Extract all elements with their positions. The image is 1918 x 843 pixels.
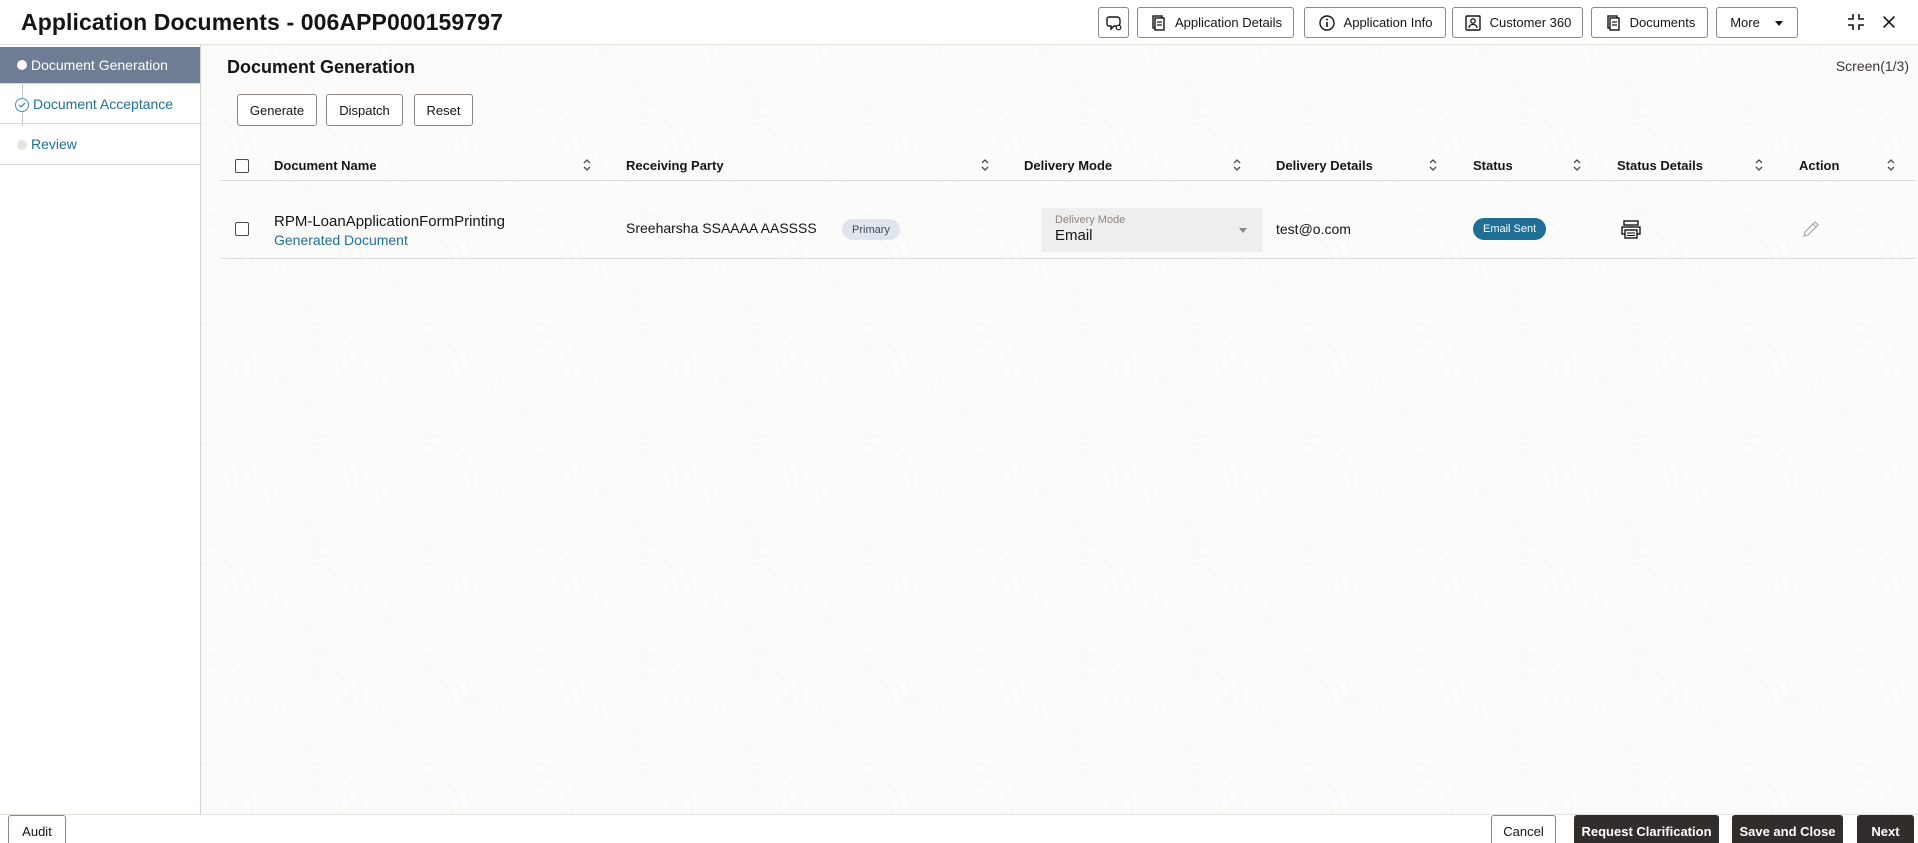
delivery-details: test@o.com — [1276, 221, 1351, 237]
receiving-party: Sreeharsha SSAAAA AASSSS — [626, 220, 817, 236]
documents-icon — [1606, 14, 1620, 31]
step-label: Document Generation — [31, 57, 168, 73]
more-menu-button[interactable]: More — [1716, 7, 1798, 38]
customer-360-button[interactable]: Customer 360 — [1452, 7, 1583, 38]
step-check-icon — [15, 98, 29, 112]
application-details-label: Application Details — [1175, 15, 1282, 30]
info-icon — [1318, 14, 1335, 31]
main-panel: Document Generation Screen(1/3) Generate… — [201, 45, 1918, 814]
audit-button[interactable]: Audit — [8, 815, 66, 843]
column-header-status[interactable]: Status — [1473, 151, 1513, 180]
reset-button[interactable]: Reset — [414, 94, 473, 126]
section-title: Document Generation — [227, 57, 416, 77]
step-review[interactable]: Review — [0, 124, 200, 165]
sort-icon[interactable] — [979, 158, 991, 172]
select-all-checkbox[interactable] — [235, 159, 249, 173]
screen-counter: Screen(1/3) — [1835, 58, 1909, 74]
step-document-generation[interactable]: Document Generation — [0, 47, 200, 84]
status-badge: Email Sent — [1473, 218, 1547, 240]
chat-icon — [1105, 15, 1121, 31]
customer-360-label: Customer 360 — [1489, 15, 1572, 30]
request-clarification-button[interactable]: Request Clarification — [1574, 815, 1719, 843]
column-header-status-details[interactable]: Status Details — [1617, 151, 1703, 180]
sort-icon[interactable] — [581, 158, 593, 172]
chat-button[interactable] — [1098, 7, 1129, 38]
application-info-label: Application Info — [1343, 15, 1433, 30]
document-name: RPM-LoanApplicationFormPrinting — [274, 213, 505, 230]
table-header: Document Name Receiving Party Delivery M… — [221, 151, 1915, 181]
cancel-button[interactable]: Cancel — [1491, 815, 1556, 843]
documents-label: Documents — [1629, 15, 1696, 30]
generated-document-link[interactable]: Generated Document — [274, 232, 408, 248]
sort-icon[interactable] — [1753, 158, 1765, 172]
column-header-document-name[interactable]: Document Name — [274, 151, 377, 180]
step-pending-dot-icon — [17, 140, 27, 150]
column-header-delivery-details[interactable]: Delivery Details — [1276, 151, 1373, 180]
step-current-dot-icon — [17, 60, 27, 70]
step-document-acceptance[interactable]: Document Acceptance — [0, 84, 200, 124]
train-stop-sidebar: Document Generation Document Acceptance … — [0, 45, 201, 814]
chevron-down-icon — [1239, 228, 1247, 233]
next-button[interactable]: Next — [1857, 815, 1914, 843]
status-details-icon[interactable] — [1620, 219, 1642, 241]
sort-icon[interactable] — [1231, 158, 1243, 172]
more-label: More — [1730, 15, 1760, 30]
step-label: Document Acceptance — [33, 95, 174, 112]
delivery-mode-select-label: Delivery Mode — [1055, 214, 1126, 226]
delivery-mode-select[interactable]: Delivery Mode Email — [1041, 208, 1263, 252]
sort-icon[interactable] — [1571, 158, 1583, 172]
column-header-action[interactable]: Action — [1799, 151, 1839, 180]
app-header: Application Documents - 006APP000159797 … — [0, 0, 1918, 45]
generate-button[interactable]: Generate — [237, 94, 317, 126]
step-label: Review — [31, 136, 77, 152]
column-header-delivery-mode[interactable]: Delivery Mode — [1024, 151, 1112, 180]
document-icon — [1152, 14, 1165, 31]
collapse-icon[interactable] — [1843, 9, 1869, 35]
sort-icon[interactable] — [1427, 158, 1439, 172]
row-checkbox[interactable] — [235, 222, 249, 236]
delivery-mode-value: Email — [1055, 227, 1093, 244]
application-info-button[interactable]: Application Info — [1304, 7, 1446, 38]
table-row: RPM-LoanApplicationFormPrinting Generate… — [221, 199, 1915, 259]
close-icon[interactable] — [1876, 9, 1902, 35]
application-details-button[interactable]: Application Details — [1137, 7, 1294, 38]
customer-card-icon — [1464, 14, 1481, 31]
save-and-close-button[interactable]: Save and Close — [1732, 815, 1843, 843]
sort-icon[interactable] — [1885, 158, 1897, 172]
column-header-receiving-party[interactable]: Receiving Party — [626, 151, 724, 180]
primary-badge: Primary — [842, 219, 900, 240]
caret-down-icon — [1774, 20, 1783, 26]
dispatch-button[interactable]: Dispatch — [326, 94, 403, 126]
documents-button[interactable]: Documents — [1591, 7, 1708, 38]
edit-icon[interactable] — [1801, 219, 1821, 239]
page-title: Application Documents - 006APP000159797 — [21, 9, 503, 35]
